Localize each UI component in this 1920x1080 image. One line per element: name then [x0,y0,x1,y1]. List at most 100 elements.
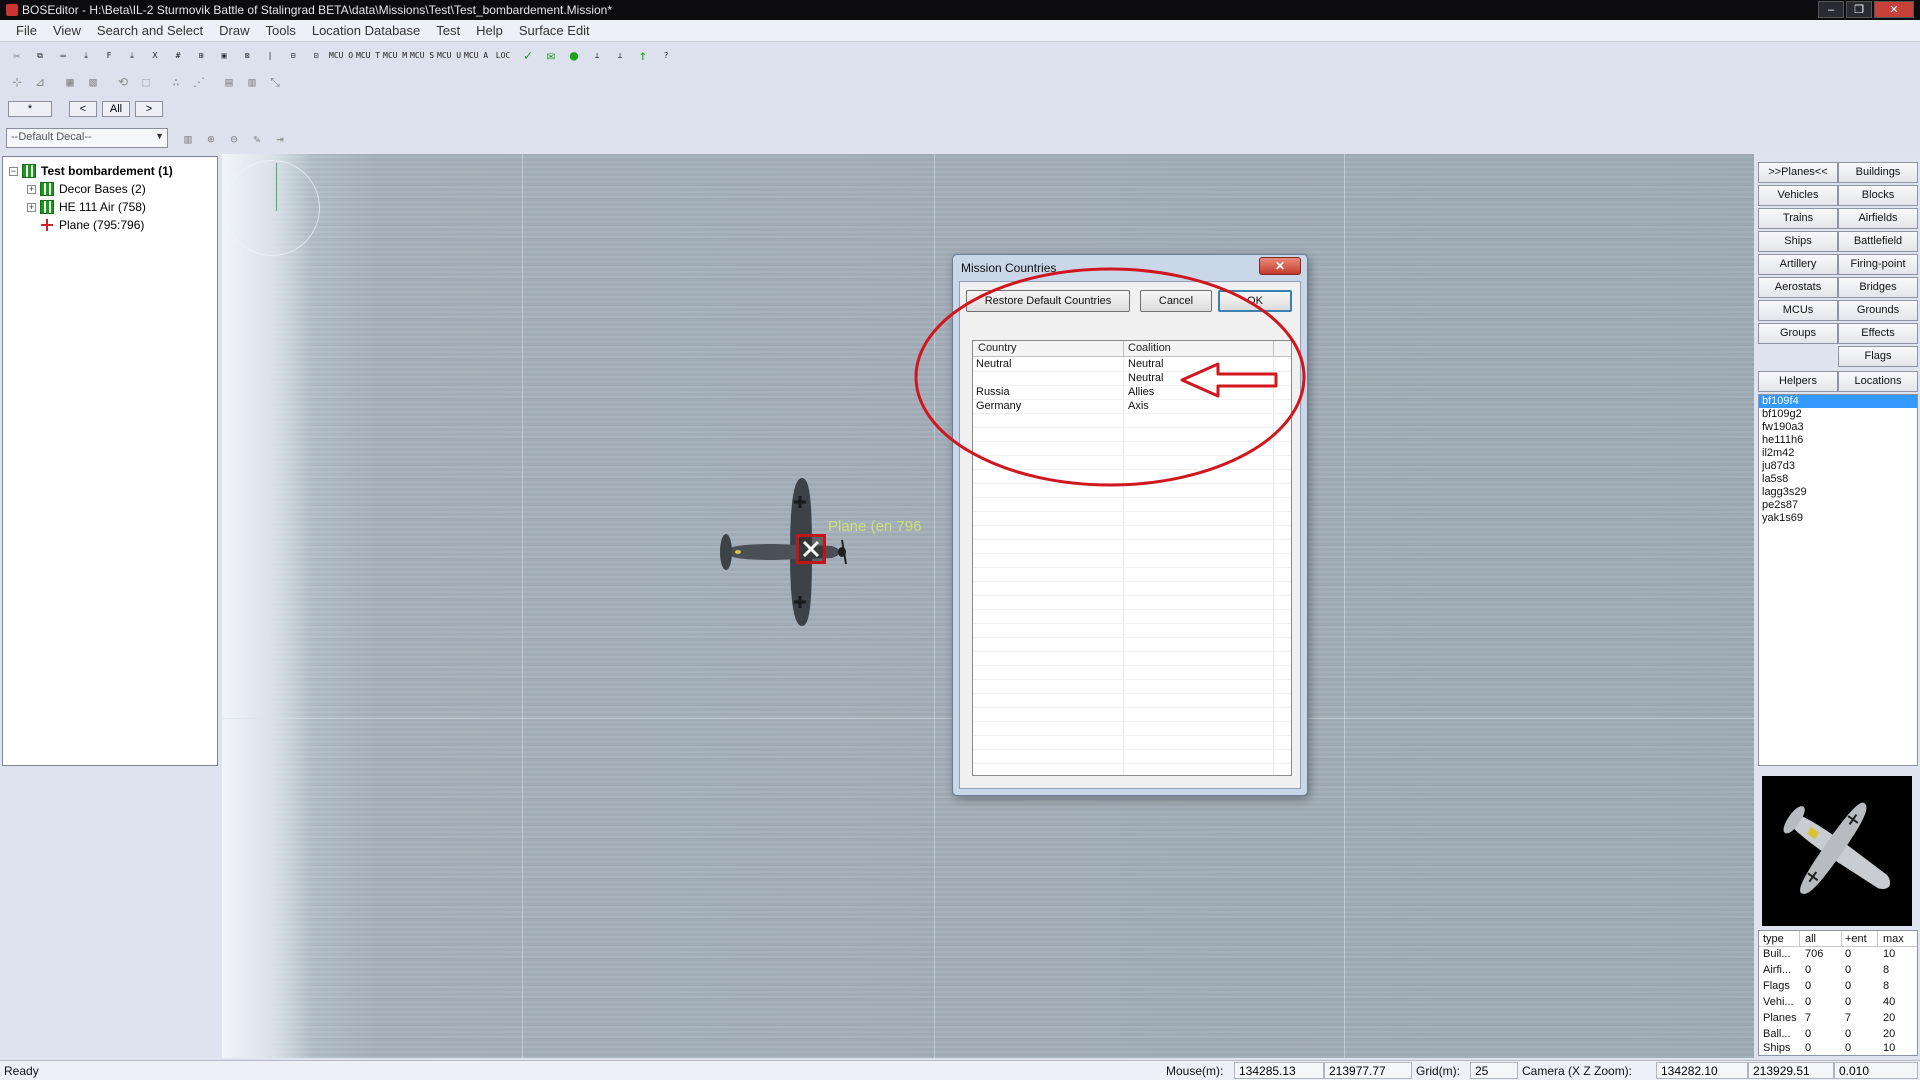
coalition-cell[interactable]: Neutral [1128,358,1163,370]
menu-view[interactable]: View [45,23,89,38]
ground-icon[interactable]: ⊥ [586,44,608,66]
mcu-obj-icon[interactable]: MCU OBJ [328,44,354,66]
path-icon[interactable]: ⊿ [29,70,51,92]
all-button[interactable]: All [102,101,130,117]
layer-2-icon[interactable]: ▥ [241,70,263,92]
mcu-tar-icon[interactable]: MCU TAR [355,44,381,66]
collapse-icon[interactable]: − [9,166,18,176]
export-icon[interactable]: ⇥ [269,127,291,149]
tree-item-plane[interactable]: Plane (795:796) [40,216,144,234]
waypoints-icon[interactable]: ∴ [165,70,187,92]
category-locations-button[interactable]: Locations [1838,371,1918,392]
menu-draw[interactable]: Draw [211,23,257,38]
dialog-close-button[interactable]: ✕ [1259,257,1301,275]
category-battlefield-button[interactable]: Battlefield [1838,231,1918,252]
mcu-sel-icon[interactable]: MCU SEL [409,44,435,66]
column-header-coalition[interactable]: Coalition [1128,342,1171,354]
list-item[interactable]: bf109g2 [1759,408,1917,421]
coalition-cell[interactable]: Allies [1128,386,1154,398]
mcu-ariv-icon[interactable]: MCU ARIV [463,44,489,66]
lib-icon[interactable]: ⊡ [305,44,327,66]
decal-icon[interactable]: ▥ [177,127,199,149]
group-icon[interactable]: ⊠ [236,44,258,66]
mail-icon[interactable]: ✉ [540,44,562,66]
list-item[interactable]: ju87d3 [1759,460,1917,473]
image-2-icon[interactable]: ▧ [82,70,104,92]
check-icon[interactable]: ✓ [517,44,539,66]
loc-icon[interactable]: LOC [490,44,516,66]
grid-icon[interactable]: # [167,44,189,66]
category-airfields-button[interactable]: Airfields [1838,208,1918,229]
column-header-country[interactable]: Country [978,342,1017,354]
copy-icon[interactable]: ⧉ [29,44,51,66]
text-icon[interactable]: ▣ [213,44,235,66]
restore-default-countries-button[interactable]: Restore Default Countries [966,290,1130,312]
country-cell[interactable]: Germany [976,400,1021,412]
coalition-cell[interactable]: Neutral [1128,372,1163,384]
paste-icon[interactable]: ▭ [52,44,74,66]
menu-file[interactable]: File [8,23,45,38]
select-rect-icon[interactable]: ⬚ [135,70,157,92]
category-vehicles-button[interactable]: Vehicles [1758,185,1838,206]
menu-test[interactable]: Test [428,23,468,38]
flag-icon[interactable]: ⊟ [282,44,304,66]
ground-2-icon[interactable]: ⊥ [609,44,631,66]
scatter-icon[interactable]: ⊹ [6,70,28,92]
menu-surface-edit[interactable]: Surface Edit [511,23,598,38]
minimize-button[interactable]: – [1818,1,1844,18]
f-icon[interactable]: F [98,44,120,66]
next-button[interactable]: > [135,101,163,117]
separator-icon[interactable]: | [259,44,281,66]
frame-icon[interactable]: ⊞ [190,44,212,66]
coalition-cell[interactable]: Axis [1128,400,1149,412]
menu-help[interactable]: Help [468,23,511,38]
list-item[interactable]: il2m42 [1759,447,1917,460]
scale-icon[interactable]: ⤡ [264,70,286,92]
aircraft-icon[interactable] [714,472,854,632]
menu-location-database[interactable]: Location Database [304,23,428,38]
list-item[interactable]: lagg3s29 [1759,486,1917,499]
cut-icon[interactable]: ✂ [6,44,28,66]
expand-icon[interactable]: + [27,184,36,194]
category-bridges-button[interactable]: Bridges [1838,277,1918,298]
maximize-button[interactable]: ❐ [1846,1,1872,18]
category-artillery-button[interactable]: Artillery [1758,254,1838,275]
import-icon[interactable]: ⤓ [75,44,97,66]
category-helpers-button[interactable]: Helpers [1758,371,1838,392]
category-grounds-button[interactable]: Grounds [1838,300,1918,321]
tree-item-he111-air[interactable]: + HE 111 Air (758) [27,198,146,216]
category-aerostats-button[interactable]: Aerostats [1758,277,1838,298]
plane-type-list[interactable]: bf109f4 bf109g2 fw190a3 he111h6 il2m42 j… [1758,394,1918,766]
category-ships-button[interactable]: Ships [1758,231,1838,252]
xz-icon[interactable]: Ⅹ [144,44,166,66]
tree-item-decor-bases[interactable]: + Decor Bases (2) [27,180,146,198]
menu-search-and-select[interactable]: Search and Select [89,23,211,38]
country-cell[interactable]: Neutral [976,358,1011,370]
countries-list[interactable]: Country Coalition Neutral Neutral Neutra… [972,340,1292,776]
mcu-mes-icon[interactable]: MCU MES [382,44,408,66]
zoom-in-icon[interactable]: ⊕ [200,127,222,149]
category-mcus-button[interactable]: MCUs [1758,300,1838,321]
list-item[interactable]: he111h6 [1759,434,1917,447]
category-effects-button[interactable]: Effects [1838,323,1918,344]
list-item[interactable]: la5s8 [1759,473,1917,486]
list-item[interactable]: fw190a3 [1759,421,1917,434]
arrow-up-icon[interactable]: ↑ [632,44,654,66]
mcu-unsi-icon[interactable]: MCU UNSI [436,44,462,66]
ok-button[interactable]: OK [1218,290,1292,312]
list-item[interactable]: yak1s69 [1759,512,1917,525]
close-window-button[interactable]: ✕ [1874,1,1914,18]
menu-tools[interactable]: Tools [257,23,303,38]
category-planes-button[interactable]: >>Planes<< [1758,162,1838,183]
waypoints-2-icon[interactable]: ⋰ [188,70,210,92]
previous-button[interactable]: < [69,101,97,117]
category-flags-button[interactable]: Flags [1838,346,1918,367]
dot-icon[interactable]: ● [563,44,585,66]
filter-all-button[interactable]: * [8,101,52,117]
layer-icon[interactable]: ▤ [218,70,240,92]
category-trains-button[interactable]: Trains [1758,208,1838,229]
drop-icon[interactable]: ⤓ [121,44,143,66]
zoom-out-icon[interactable]: ⊖ [223,127,245,149]
rotate-icon[interactable]: ⟲ [112,70,134,92]
category-firing-point-button[interactable]: Firing-point [1838,254,1918,275]
